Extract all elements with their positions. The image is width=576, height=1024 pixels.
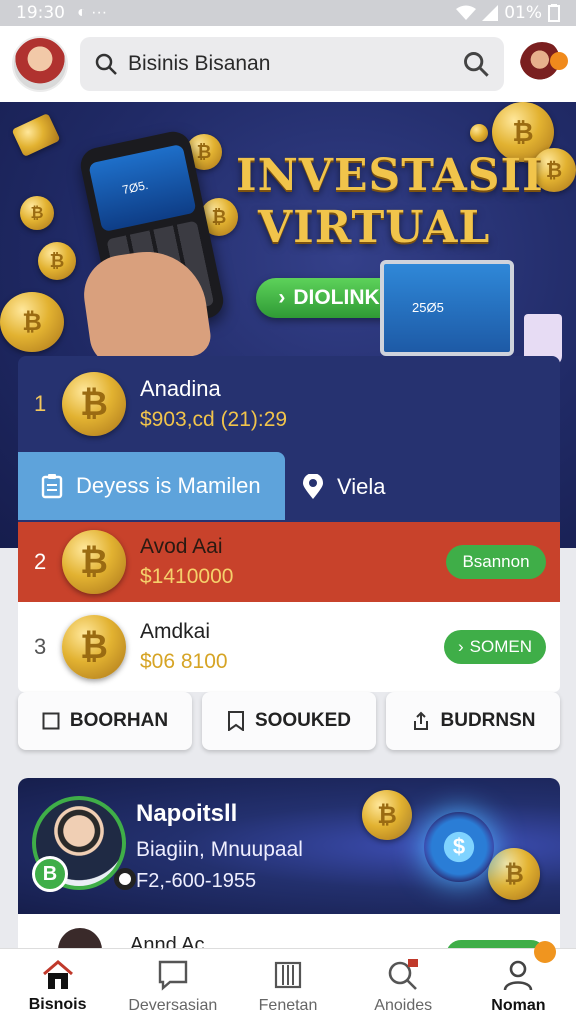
item-rank: 3 [34,634,47,659]
investment-list: 1 ₿ Anadina $903,cd (21):29 Deyess is Ma… [18,356,560,692]
laptop-illustration: 25Ø5 [362,260,532,370]
bitcoin-icon: ₿ [62,372,126,436]
search-bar[interactable]: Bisinis Bisanan [80,37,504,91]
action-button-row: BOORHAN SOOUKED BUDRNSN [18,692,560,750]
glow-symbol: $ [452,834,466,859]
notification-badge [534,941,557,963]
item-value: $06 8100 [140,650,228,673]
hero-title-line2: VIRTUAL [258,202,491,253]
featured-phone: F2,-600-1955 [136,870,257,892]
coin-decoration: ₿ [20,196,54,230]
action-label: BUDRNSN [440,710,536,731]
user-icon [502,959,534,991]
profile-avatar[interactable] [520,42,568,86]
signal-icon [482,5,499,21]
action-label: SOOUKED [254,710,352,731]
bitcoin-icon: ₿ [62,530,126,594]
nav-item-fenetan[interactable]: Fenetan [230,949,345,1024]
nav-label: Bisnois [28,995,87,1013]
status-bar: 19:30 ◐ ··· 01% [0,0,576,26]
list-item[interactable]: 3 ₿ Amdkai $06 8100 › SOMEN [18,602,560,692]
app-header: Bisinis Bisanan [0,26,576,102]
item-rank: 1 [34,391,47,416]
item-action-label: Bsannon [462,552,530,571]
nav-label: Deversasian [128,996,218,1014]
search-icon [386,958,420,991]
list-item[interactable]: 1 ₿ Anadina $903,cd (21):29 [18,356,560,452]
coin-decoration: ₿ [488,848,540,900]
chevron-right-icon: › [278,286,286,309]
battery-icon [548,4,560,22]
nav-item-anoides[interactable]: Anoides [346,949,461,1024]
featured-badge: B [32,856,68,892]
coin-decoration [470,124,488,142]
featured-card[interactable]: B Napoitsll Biagiin, Mnuupaal F2,-600-19… [18,778,560,914]
item-rank: 2 [34,549,47,574]
laptop-screen-value: 25Ø5 [412,300,444,315]
tab-viela[interactable]: Viela [285,452,560,522]
coin-decoration: ₿ [362,790,412,840]
tab-deyess[interactable]: Deyess is Mamilen [18,452,285,520]
share-icon [411,711,431,731]
bottom-navigation: Bisnois Deversasian Fenetan Anoides Noma… [0,941,576,1024]
featured-subtitle: Biagiin, Mnuupaal [136,838,303,861]
chevron-right-icon: › [457,637,464,656]
nav-label: Anoides [374,996,433,1014]
tab-label: Viela [337,474,386,499]
action-button-budrnsn[interactable]: BUDRNSN [386,692,560,750]
status-time: 19:30 [16,3,65,23]
battery-percentage: 01% [504,3,542,23]
chat-icon [157,959,189,991]
home-icon [41,959,75,990]
tab-label: Deyess is Mamilen [76,473,261,498]
list-tabs: Deyess is Mamilen Viela [18,452,560,522]
item-name: Anadina [140,376,221,401]
documents-icon [272,959,304,991]
item-action-button[interactable]: Bsannon [446,545,546,579]
bitcoin-icon: ₿ [62,615,126,679]
item-action-label: SOMEN [469,637,532,656]
action-button-boorhan[interactable]: BOORHAN [18,692,192,750]
search-input[interactable]: Bisinis Bisanan [128,52,452,76]
coin-decoration: ₿ [0,292,64,352]
list-item[interactable]: 2 ₿ Avod Aai $1410000 Bsannon [18,522,560,602]
user-avatar[interactable] [12,36,68,92]
item-action-button[interactable]: › SOMEN [443,630,546,664]
coin-decoration: ₿ [38,242,76,280]
clipboard-icon [40,473,64,499]
nav-item-deversasian[interactable]: Deversasian [115,949,230,1024]
wifi-icon [456,5,477,21]
action-button-soouked[interactable]: SOOUKED [202,692,376,750]
dollar-glow-icon: $ [424,812,494,882]
hero-title: INVESTASII VIRTUAL [236,150,544,254]
search-submit-icon[interactable] [462,50,490,78]
nav-item-noman[interactable]: Noman [461,941,576,1024]
location-pin-icon [301,474,325,500]
item-value: $903,cd (21):29 [140,408,288,431]
status-indicators: 01% [456,3,560,23]
phone-screen-value: 7Ø5. [121,177,150,198]
nav-label: Fenetan [258,996,318,1014]
item-name: Amdkai [140,620,211,643]
nav-item-bisnois[interactable]: Bisnois [0,949,115,1024]
square-icon [42,712,60,730]
bookmark-icon [227,711,245,731]
item-value: $1410000 [140,565,234,588]
status-dot-icon [114,868,136,890]
featured-title: Napoitsll [136,800,238,827]
hero-title-line1: INVESTASII [236,150,544,201]
nav-label: Noman [491,996,546,1014]
item-name: Avod Aai [140,535,223,558]
coin-decoration [11,112,61,158]
action-label: BOORHAN [69,710,169,731]
status-app-icons: ◐ ··· [77,4,108,21]
search-icon [94,52,118,76]
